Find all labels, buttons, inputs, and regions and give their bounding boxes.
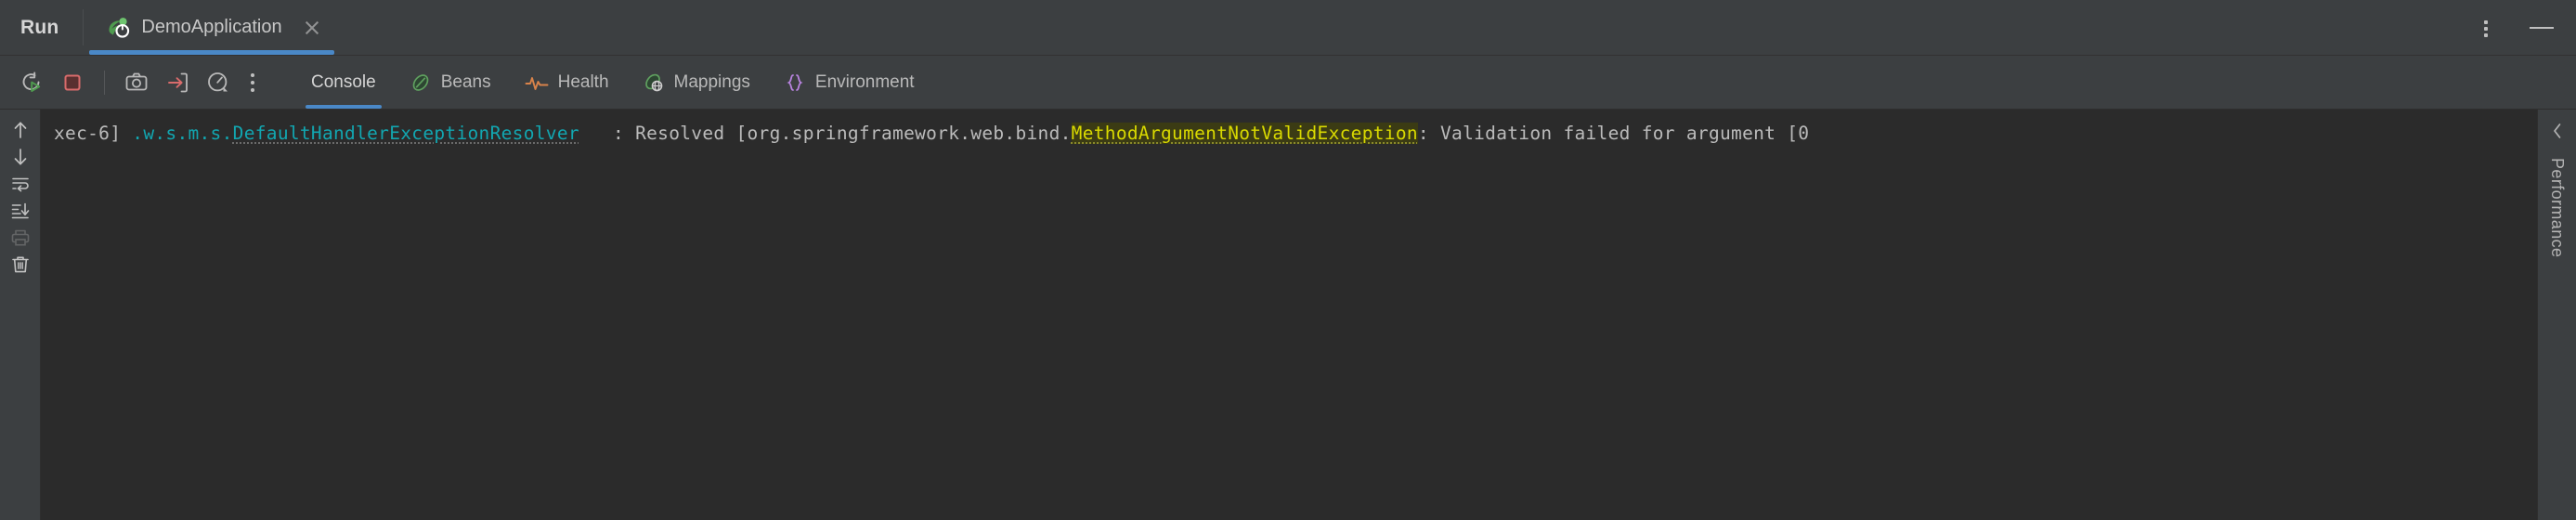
performance-rail[interactable]: Performance (2537, 110, 2576, 520)
console-area: xec-6] .w.s.m.s.DefaultHandlerExceptionR… (0, 110, 2576, 520)
tab-environment-label: Environment (814, 72, 915, 92)
camera-button[interactable] (119, 65, 154, 100)
soft-wrap-button[interactable] (5, 171, 36, 197)
run-configuration-tab[interactable]: DemoApplication (84, 0, 339, 55)
console-output[interactable]: xec-6] .w.s.m.s.DefaultHandlerExceptionR… (41, 110, 2537, 520)
heartbeat-icon (525, 72, 549, 94)
tab-console[interactable]: Console (294, 56, 393, 109)
gauge-icon (208, 72, 228, 91)
log-logger-package: .w.s.m.s. (132, 123, 233, 144)
tab-health-label: Health (557, 72, 609, 92)
clear-all-button[interactable] (5, 252, 36, 278)
minimize-icon[interactable] (2528, 14, 2556, 42)
springboot-leaf-run-icon (106, 16, 130, 40)
console-log-line: xec-6] .w.s.m.s.DefaultHandlerExceptionR… (41, 122, 2537, 146)
braces-icon (784, 72, 806, 94)
more-options-button[interactable] (241, 69, 265, 97)
titlebar-actions (2472, 0, 2576, 55)
up-arrow-button[interactable] (5, 117, 36, 143)
arrow-up-icon (14, 122, 26, 138)
rerun-icon (22, 71, 41, 92)
beans-leaf-icon (410, 72, 432, 94)
log-message-tail: : Validation failed for argument [0 (1417, 123, 1810, 144)
print-button (5, 225, 36, 251)
more-vertical-icon[interactable] (2472, 14, 2500, 42)
camera-icon (125, 72, 148, 90)
active-tab-indicator (89, 50, 334, 55)
log-message-head: : Resolved [org.springframework.web.bind… (579, 123, 1072, 144)
run-configuration-name: DemoApplication (141, 17, 282, 37)
stop-button[interactable] (55, 65, 90, 100)
scroll-to-end-button[interactable] (5, 198, 36, 224)
toolbar-buttons (0, 65, 270, 100)
titlebar: Run DemoApplication (0, 0, 2576, 56)
tab-environment[interactable]: Environment (767, 56, 931, 109)
printer-icon (11, 229, 29, 246)
close-icon[interactable] (303, 19, 321, 37)
tab-beans[interactable]: Beans (393, 56, 508, 109)
performance-rail-label[interactable]: Performance (2547, 158, 2567, 257)
run-tool-window: Run DemoApplication Console Beans Health… (0, 0, 2576, 520)
run-toolbar: Console Beans Health Mappings Environmen… (0, 56, 2576, 110)
arrow-down-icon (14, 149, 26, 165)
active-view-tab-indicator (306, 105, 382, 109)
mappings-globe-leaf-icon (643, 72, 665, 94)
view-tabs: Console Beans Health Mappings Environmen… (294, 56, 931, 109)
tab-mappings[interactable]: Mappings (626, 56, 767, 109)
tab-mappings-label: Mappings (673, 72, 750, 92)
log-logger-class-link[interactable]: DefaultHandlerExceptionResolver (233, 123, 579, 144)
trash-icon (11, 256, 29, 273)
soft-wrap-icon (11, 177, 29, 192)
tab-beans-label: Beans (440, 72, 491, 92)
chevron-left-icon[interactable] (2543, 119, 2571, 143)
stop-square-icon (64, 74, 81, 90)
tab-health[interactable]: Health (508, 56, 626, 109)
open-in-browser-button[interactable] (160, 65, 195, 100)
arrow-into-box-icon (168, 72, 188, 92)
toolbar-divider (104, 70, 105, 95)
down-arrow-button[interactable] (5, 144, 36, 170)
log-prefix: xec-6] (54, 123, 133, 144)
run-tool-window-title: Run (20, 16, 59, 38)
tab-console-label: Console (311, 72, 376, 92)
scroll-to-end-icon (11, 202, 29, 219)
console-side-toolbar (0, 110, 41, 520)
rerun-button[interactable] (14, 65, 49, 100)
actuator-button[interactable] (201, 65, 236, 100)
log-exception-link[interactable]: MethodArgumentNotValidException (1071, 123, 1418, 144)
